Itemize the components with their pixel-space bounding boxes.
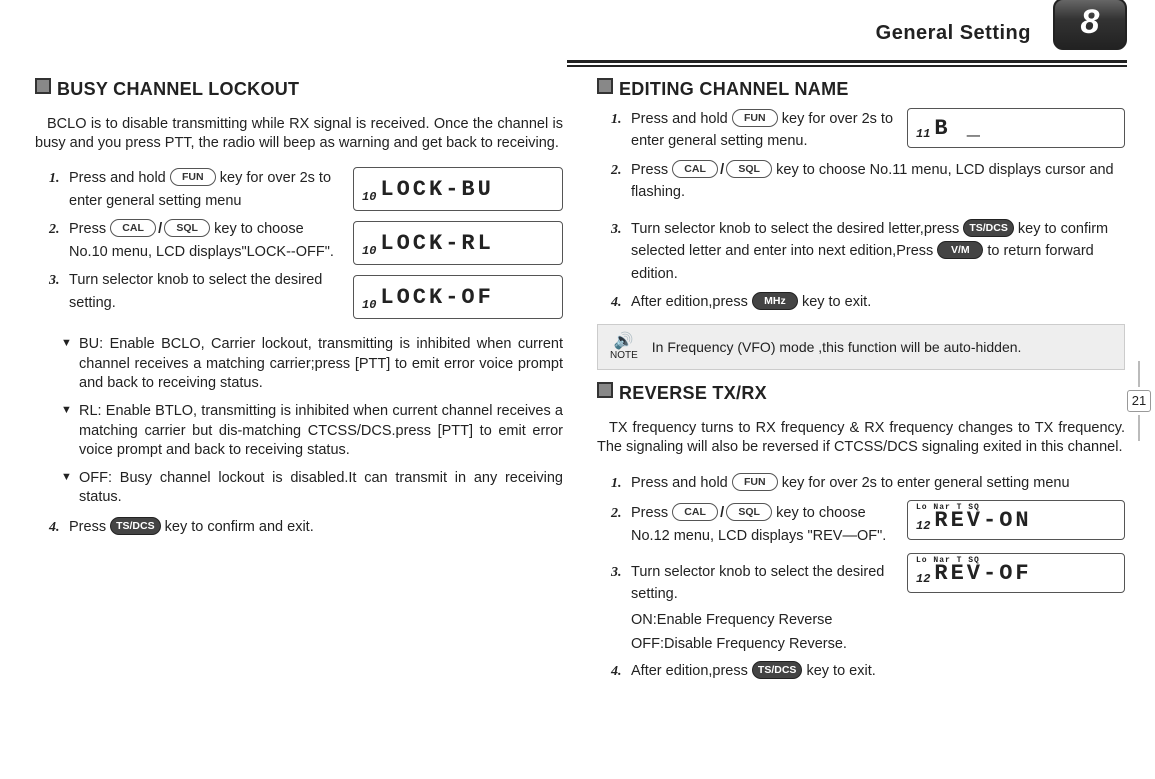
header-rule-thin — [567, 65, 1127, 67]
side-page-number: 21 — [1127, 390, 1151, 412]
rev-off-line: OFF:Disable Frequency Reverse. — [631, 636, 1125, 652]
rev-on-line: ON:Enable Frequency Reverse — [631, 612, 1125, 628]
note-bar: NOTE In Frequency (VFO) mode ,this funct… — [597, 324, 1125, 371]
manual-page: General Setting 8 21 BUSY CHANNEL LOCKOU… — [0, 0, 1155, 779]
section-reverse-txrx: REVERSE TX/RX TX frequency turns to RX f… — [597, 382, 1125, 682]
section-bclo: BUSY CHANNEL LOCKOUT BCLO is to disable … — [35, 78, 563, 538]
cal-key-icon: CAL — [672, 160, 718, 178]
opt-bu: BU: Enable BCLO, Carrier lockout, transm… — [61, 335, 563, 394]
section-edit-channel-name: EDITING CHANNEL NAME 11 B _ 1. Press and… — [597, 78, 1125, 370]
cal-key-icon: CAL — [672, 503, 718, 521]
bclo-steps: 1. Press and hold FUN key for over 2s to… — [49, 167, 563, 314]
page-title: General Setting — [876, 22, 1031, 45]
note-icon: NOTE — [610, 333, 638, 362]
tsdcs-key-icon: TS/DCS — [752, 661, 803, 679]
chapter-badge: 8 — [1053, 0, 1127, 50]
tsdcs-key-icon: TS/DCS — [963, 219, 1014, 237]
tsdcs-key-icon: TS/DCS — [110, 517, 161, 535]
right-column: EDITING CHANNEL NAME 11 B _ 1. Press and… — [597, 70, 1125, 688]
sql-key-icon: SQL — [726, 503, 772, 521]
sql-key-icon: SQL — [164, 219, 210, 237]
fun-key-icon: FUN — [732, 109, 778, 127]
bclo-options: BU: Enable BCLO, Carrier lockout, transm… — [61, 335, 563, 508]
vm-key-icon: V/M — [937, 241, 983, 259]
left-column: BUSY CHANNEL LOCKOUT BCLO is to disable … — [35, 70, 563, 688]
fun-key-icon: FUN — [732, 473, 778, 491]
page-header: General Setting 8 — [567, 0, 1127, 67]
heading-bclo: BUSY CHANNEL LOCKOUT — [35, 78, 563, 100]
reverse-intro: TX frequency turns to RX frequency & RX … — [597, 419, 1125, 457]
opt-off: OFF: Busy channel lockout is disabled.It… — [61, 469, 563, 508]
cal-key-icon: CAL — [110, 219, 156, 237]
opt-rl: RL: Enable BTLO, transmitting is inhibit… — [61, 402, 563, 461]
heading-edit: EDITING CHANNEL NAME — [597, 78, 1125, 100]
bclo-intro: BCLO is to disable transmitting while RX… — [35, 115, 563, 153]
note-text: In Frequency (VFO) mode ,this function w… — [652, 339, 1022, 355]
header-rule-thick — [567, 60, 1127, 63]
fun-key-icon: FUN — [170, 168, 216, 186]
sql-key-icon: SQL — [726, 160, 772, 178]
heading-reverse: REVERSE TX/RX — [597, 382, 1125, 404]
edit-steps: 1. Press and hold FUN key for over 2s to… — [611, 108, 1125, 204]
mhz-key-icon: MHz — [752, 292, 798, 310]
reverse-steps: 1. Press and hold FUN key for over 2s to… — [611, 472, 1125, 494]
